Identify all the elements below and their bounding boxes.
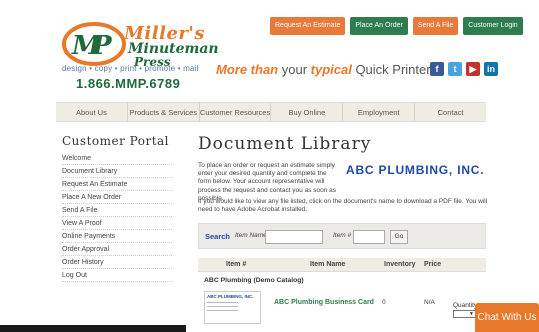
social-links: f t ▶ in (430, 62, 498, 76)
pdf-note: If you would like to view any file liste… (198, 198, 488, 214)
bottom-bar (0, 325, 186, 332)
catalog-group-label: ABC Plumbing (Demo Catalog) (204, 277, 304, 284)
business-card-thumbnail[interactable]: ABC PLUMBING, INC. (204, 291, 261, 324)
sidebar-title: Customer Portal (62, 134, 170, 148)
twitter-icon[interactable]: t (448, 62, 462, 76)
chat-with-us-button[interactable]: Chat With Us (475, 303, 539, 332)
main-content: Document Library To place an order or re… (198, 134, 488, 324)
search-label: Search (205, 232, 231, 241)
slogan-your: your (278, 62, 311, 77)
thumbnail-line (207, 302, 238, 303)
slogan: More than your typical Quick Printer. (216, 62, 433, 77)
item-number-input[interactable] (353, 230, 385, 244)
col-item-name: Item Name (310, 261, 346, 268)
linkedin-icon[interactable]: in (484, 62, 498, 76)
col-price: Price (424, 261, 442, 268)
nav-contact[interactable]: Contact (415, 103, 486, 121)
nav-customer-resources[interactable]: Customer Resources (200, 103, 272, 121)
facebook-icon[interactable]: f (430, 62, 444, 76)
item-name-link[interactable]: ABC Plumbing Business Card (274, 299, 374, 306)
nav-products-services[interactable]: Products & Services (128, 103, 200, 121)
request-estimate-button[interactable]: Request An Estimate (270, 17, 346, 35)
nav-buy-online[interactable]: Buy Online (271, 103, 344, 121)
main-nav: About Us Products & Services Customer Re… (56, 102, 486, 122)
slogan-typical: typical (310, 62, 352, 77)
item-price: N/A (424, 299, 435, 306)
mp-logo-icon: M P (62, 22, 126, 66)
item-inventory: 0 (382, 299, 386, 306)
sidebar-item-order-history[interactable]: Order History (62, 256, 172, 269)
sidebar-item-place-order[interactable]: Place A New Order (62, 191, 172, 204)
table-row: ABC PLUMBING, INC. ABC Plumbing Business… (198, 289, 498, 329)
item-name-input[interactable] (265, 230, 323, 244)
sidebar-item-send-file[interactable]: Send A File (62, 204, 172, 217)
col-inventory: Inventory (384, 261, 416, 268)
thumbnail-company-name: ABC PLUMBING, INC. (207, 294, 254, 299)
slogan-quick-printer: Quick Printer. (351, 62, 434, 77)
nav-about-us[interactable]: About Us (56, 103, 128, 121)
phone-number[interactable]: 1.866.MMP.6789 (76, 76, 180, 91)
site-header: M P Miller's Minuteman Press design • co… (0, 0, 539, 95)
quantity-select[interactable]: ▼ (453, 310, 476, 318)
top-action-buttons: Request An Estimate Place An Order Send … (270, 17, 523, 35)
search-bar: Search Item Name Item # Go (198, 223, 486, 249)
thumbnail-line (207, 310, 238, 311)
sidebar-item-request-estimate[interactable]: Request An Estimate (62, 178, 172, 191)
sidebar-item-online-payments[interactable]: Online Payments (62, 230, 172, 243)
go-button[interactable]: Go (390, 230, 408, 244)
item-name-label: Item Name (235, 232, 267, 239)
page-title: Document Library (198, 134, 372, 154)
company-name: ABC PLUMBING, INC. (346, 163, 485, 177)
slogan-more-than: More than (216, 62, 279, 77)
sidebar-item-log-out[interactable]: Log Out (62, 269, 172, 282)
col-item-number: Item # (226, 261, 247, 268)
thumbnail-line (207, 306, 238, 307)
customer-login-button[interactable]: Customer Login (463, 17, 523, 35)
sidebar-item-document-library[interactable]: Document Library (62, 165, 172, 178)
place-order-button[interactable]: Place An Order (350, 17, 408, 35)
sidebar-item-view-proof[interactable]: View A Proof (62, 217, 172, 230)
customer-portal-sidebar: Customer Portal Welcome Document Library… (62, 134, 172, 282)
nav-employment[interactable]: Employment (343, 103, 416, 121)
item-number-label: Item # (333, 232, 352, 239)
sidebar-item-order-approval[interactable]: Order Approval (62, 243, 172, 256)
quantity-label: Quantity (453, 302, 478, 309)
table-header: Item # Item Name Inventory Price (198, 258, 486, 272)
tagline: design • copy • print • promote • mail (62, 64, 199, 73)
youtube-icon[interactable]: ▶ (466, 62, 480, 76)
send-file-button[interactable]: Send A File (412, 17, 459, 35)
intro-text: To place an order or request an estimate… (198, 162, 337, 202)
sidebar-item-welcome[interactable]: Welcome (62, 152, 172, 165)
svg-text:P: P (91, 31, 113, 61)
